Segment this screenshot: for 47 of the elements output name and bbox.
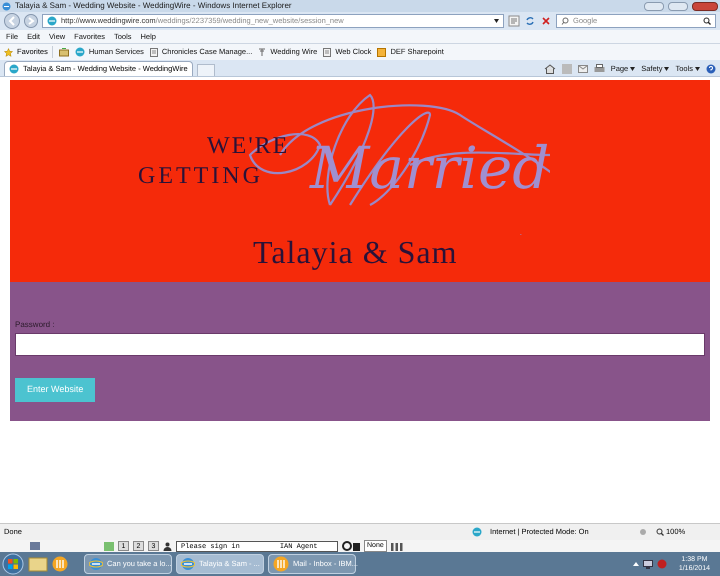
globe-icon bbox=[472, 527, 482, 537]
dropdown-caret-icon bbox=[494, 19, 499, 23]
star-icon bbox=[4, 48, 13, 56]
globe-icon bbox=[9, 64, 19, 74]
pin-icon bbox=[258, 48, 266, 56]
password-field[interactable] bbox=[15, 333, 705, 356]
magnifier-icon bbox=[656, 528, 664, 536]
window-title: Talayia & Sam - Wedding Website - WeddingWire - Windows Internet Explorer bbox=[15, 0, 293, 12]
globe-icon bbox=[47, 16, 57, 26]
folder-icon bbox=[377, 48, 386, 56]
folder-icon[interactable] bbox=[28, 556, 48, 572]
page-icon bbox=[150, 48, 158, 56]
refresh-icon[interactable] bbox=[524, 15, 536, 27]
minimize-button[interactable] bbox=[644, 2, 664, 10]
globe-icon bbox=[74, 47, 85, 57]
notes-app-icon bbox=[273, 556, 289, 572]
print-icon[interactable] bbox=[594, 64, 605, 74]
person-icon bbox=[163, 542, 172, 550]
couple-names: Talayia & Sam bbox=[253, 233, 458, 272]
search-icon[interactable] bbox=[703, 17, 711, 25]
browser-icon bbox=[181, 557, 195, 571]
dropdown-caret-icon bbox=[630, 66, 636, 70]
app-icon bbox=[30, 542, 40, 550]
browser-icon bbox=[89, 557, 103, 571]
back-button[interactable] bbox=[4, 13, 20, 29]
stop-icon[interactable] bbox=[540, 15, 552, 27]
mail-icon[interactable] bbox=[578, 64, 588, 72]
add-favorite-icon[interactable] bbox=[58, 48, 69, 56]
close-button[interactable] bbox=[692, 2, 718, 10]
browser-icon bbox=[2, 2, 11, 10]
search-icon bbox=[561, 17, 569, 25]
maximize-button[interactable] bbox=[668, 2, 688, 10]
tray-arrow-icon[interactable] bbox=[632, 562, 639, 566]
signal-bars-icon bbox=[390, 542, 403, 550]
compatibility-icon[interactable] bbox=[508, 15, 520, 27]
help-icon[interactable] bbox=[706, 64, 716, 74]
dropdown-caret-icon bbox=[664, 66, 670, 70]
network-icon[interactable] bbox=[642, 560, 653, 568]
forward-button[interactable] bbox=[24, 14, 38, 28]
password-label: Password : bbox=[15, 319, 55, 331]
home-icon[interactable] bbox=[544, 64, 556, 74]
status-light-icon bbox=[104, 542, 114, 550]
banner-text: GETTING bbox=[138, 162, 263, 191]
page-icon bbox=[323, 48, 332, 56]
dropdown-caret-icon bbox=[695, 66, 700, 70]
notes-app-icon[interactable] bbox=[52, 556, 68, 572]
start-button[interactable] bbox=[2, 553, 24, 575]
